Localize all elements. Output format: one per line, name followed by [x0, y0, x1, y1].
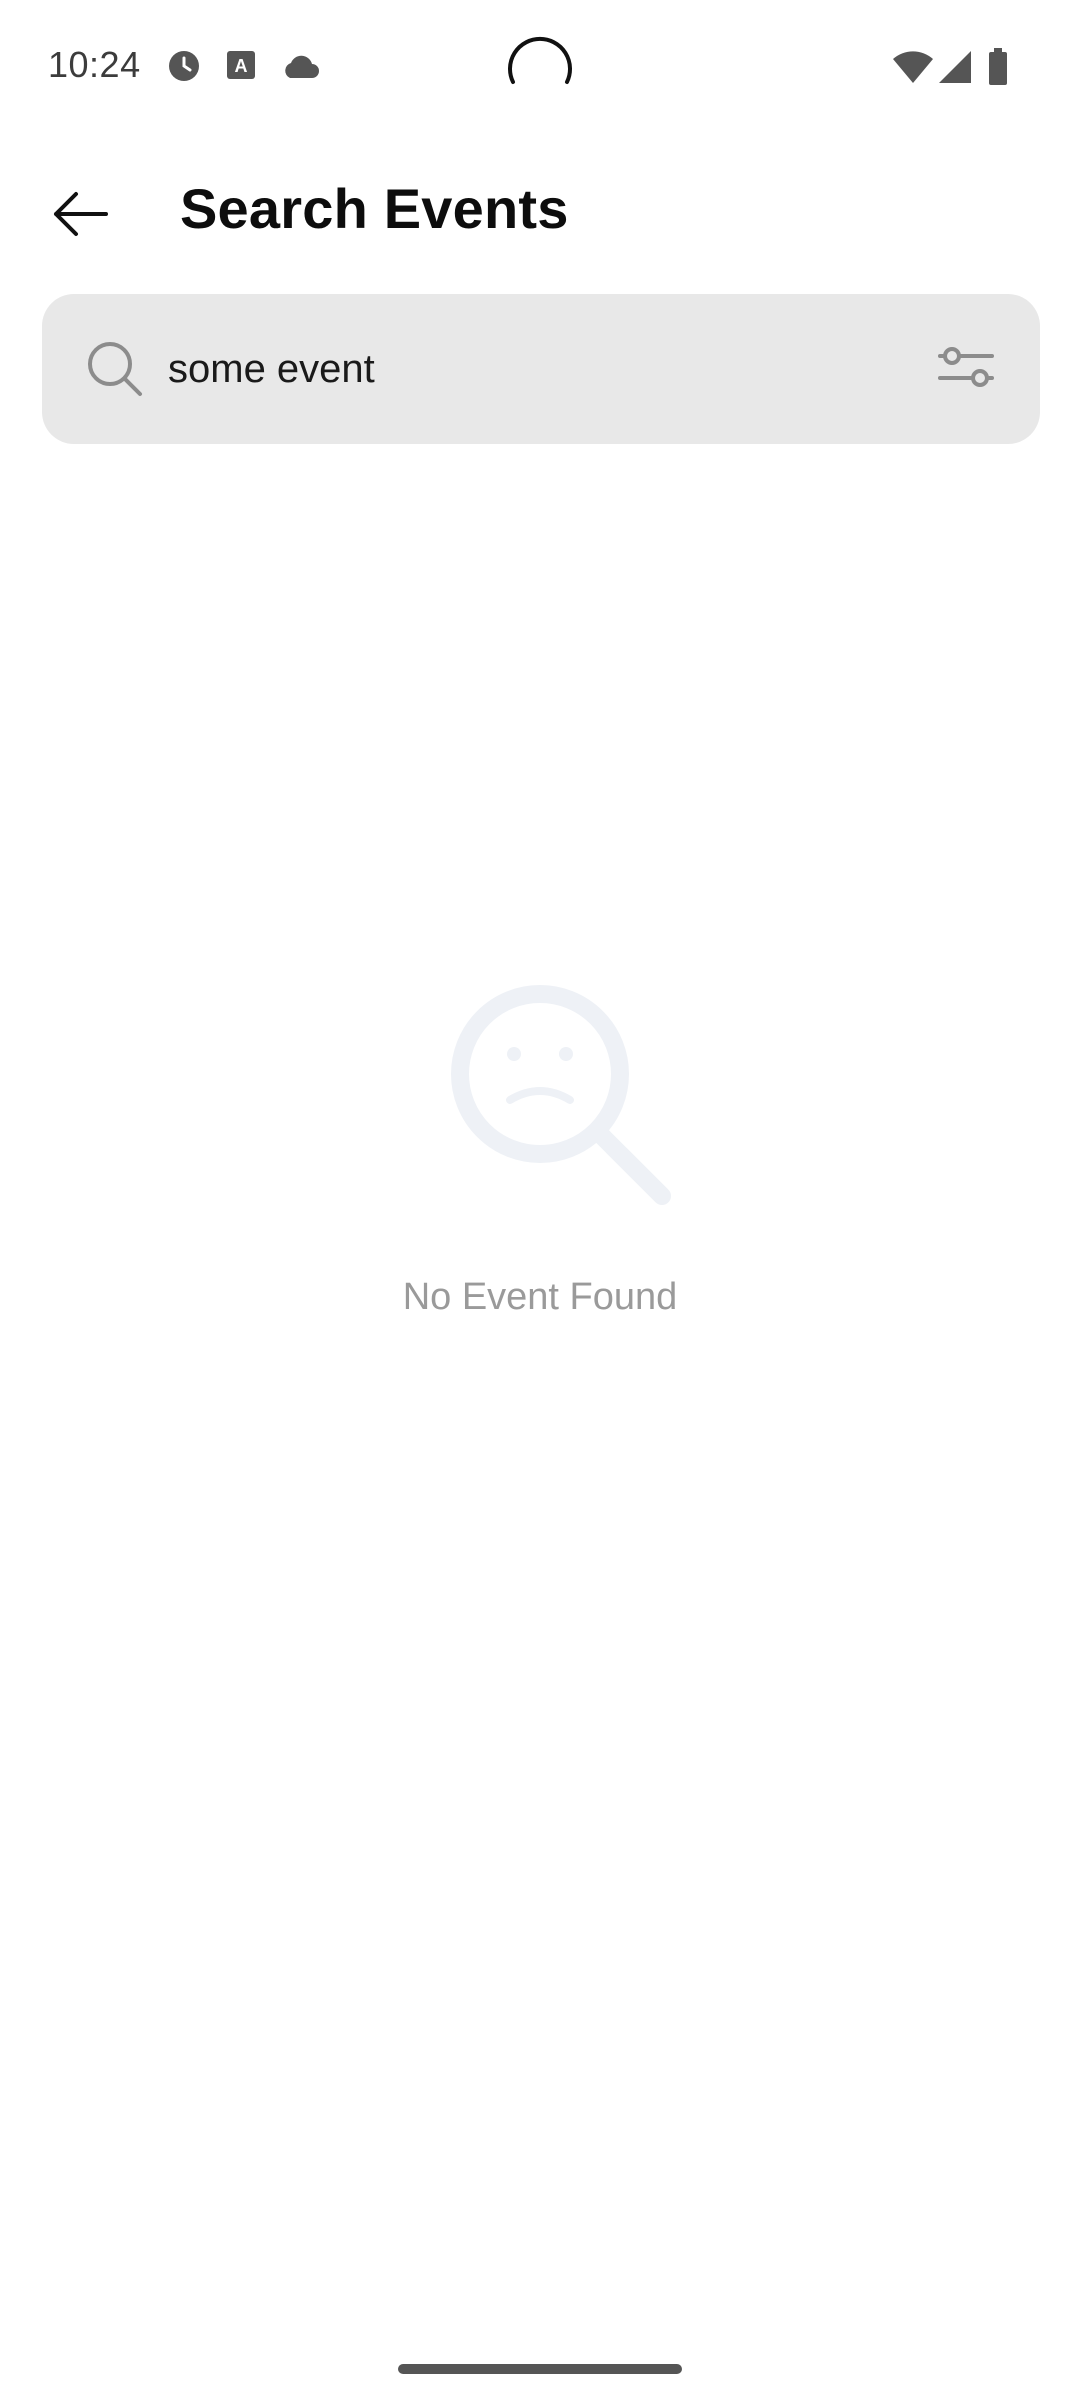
wifi-icon [893, 51, 933, 83]
app-header: Search Events [0, 160, 1080, 260]
search-events-screen: 10:24 A Search Events some event No Even… [0, 0, 1080, 2400]
cell-signal-icon [939, 51, 971, 83]
clock-icon [169, 51, 199, 81]
search-icon [88, 342, 142, 396]
arrow-left-icon [54, 192, 108, 236]
cloud-icon [285, 55, 319, 78]
sliders-icon [938, 347, 994, 387]
nav-gesture-handle[interactable] [398, 2364, 682, 2374]
status-bar: 10:24 A [0, 0, 1080, 140]
back-button[interactable] [40, 174, 120, 254]
sad-magnifier-icon [451, 985, 671, 1205]
font-app-icon: A [227, 51, 255, 79]
svg-text:A: A [235, 56, 248, 76]
page-title: Search Events [180, 177, 569, 240]
search-bar [42, 294, 1040, 444]
filter-button[interactable] [934, 336, 998, 400]
search-input[interactable] [168, 334, 928, 404]
status-time: 10:24 [48, 44, 141, 85]
empty-state-message: No Event Found [402, 1276, 678, 1318]
camera-cutout [508, 37, 572, 84]
battery-icon [989, 48, 1007, 85]
